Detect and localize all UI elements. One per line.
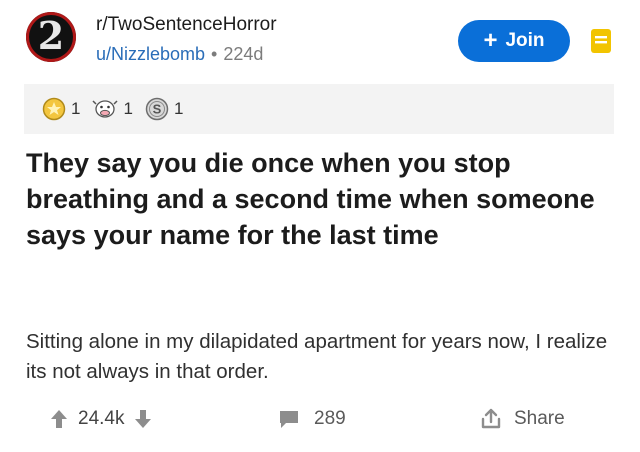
post-meta: u/Nizzlebomb • 224d (96, 44, 263, 65)
comment-count: 289 (314, 408, 346, 429)
award-count: 1 (71, 99, 81, 118)
subreddit-name[interactable]: r/TwoSentenceHorror (96, 14, 277, 36)
meta-separator: • (211, 44, 218, 64)
plus-icon: + (483, 27, 498, 54)
svg-text:S: S (153, 102, 162, 117)
comment-icon (280, 411, 298, 428)
post-age: 224d (223, 44, 264, 64)
save-icon[interactable] (590, 28, 612, 54)
subreddit-avatar[interactable]: 2 (26, 12, 76, 62)
post-header: 2 r/TwoSentenceHorror u/Nizzlebomb • 224d … (0, 0, 640, 78)
comments-button[interactable]: 289 (278, 408, 346, 430)
award-silver[interactable]: S 1 (145, 97, 183, 121)
upvote-arrow-icon[interactable] (50, 409, 68, 429)
award-count: 1 (173, 99, 184, 118)
cow-award-icon (92, 100, 118, 118)
avatar-text: 2 (37, 13, 65, 58)
award-cow[interactable]: 1 (92, 97, 133, 121)
awards-bar[interactable]: 1 1 S 1 (24, 84, 614, 134)
share-icon (481, 408, 501, 429)
post-actions: 24.4k 289 Share (0, 398, 640, 442)
join-label: Join (505, 30, 545, 51)
post-body: Sitting alone in my dilapidated apartmen… (26, 330, 608, 383)
author-link[interactable]: u/Nizzlebomb (96, 44, 205, 64)
award-gold[interactable]: 1 (42, 97, 80, 121)
share-button[interactable]: Share (480, 408, 565, 430)
downvote-arrow-icon[interactable] (134, 409, 152, 429)
vote-count: 24.4k (78, 408, 125, 429)
post-title[interactable]: They say you die once when you stop brea… (26, 145, 626, 253)
share-label: Share (514, 408, 565, 429)
award-count: 1 (123, 99, 133, 118)
join-button[interactable]: + Join (458, 20, 570, 62)
silver-award-icon: S (145, 97, 169, 121)
vote-controls: 24.4k (50, 408, 152, 430)
gold-award-icon (42, 97, 66, 121)
